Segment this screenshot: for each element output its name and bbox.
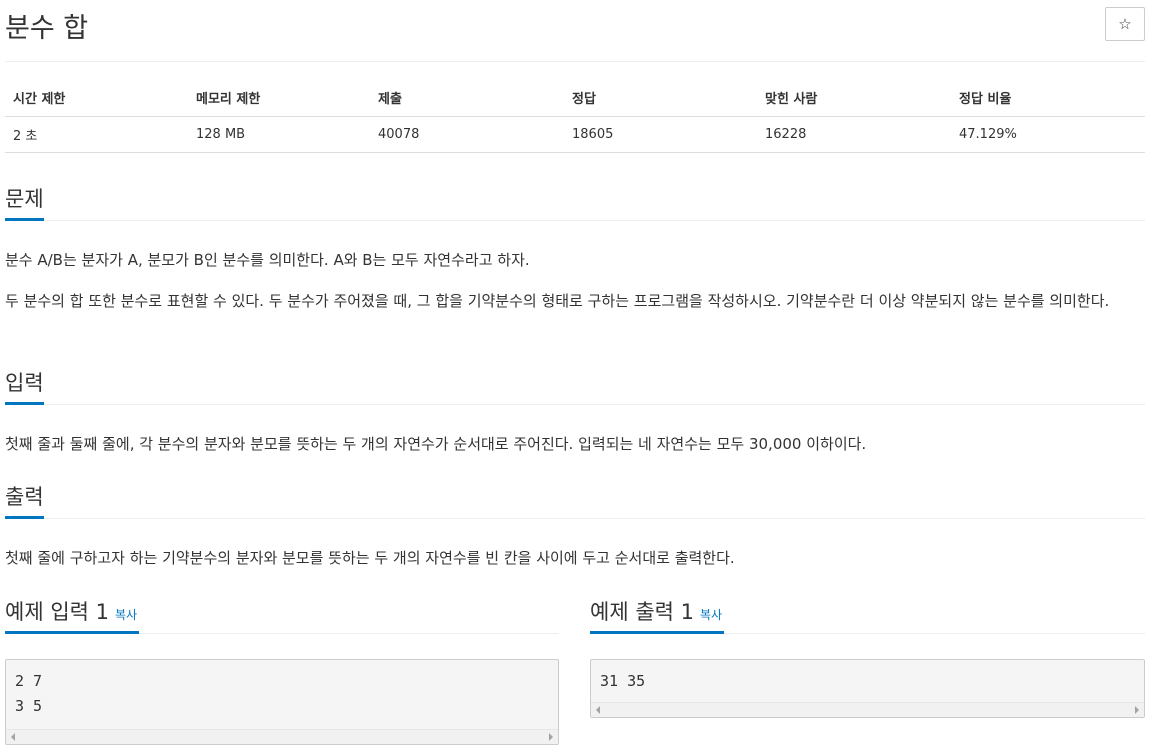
description-paragraph-1: 분수 A/B는 분자가 A, 분모가 B인 분수를 의미한다. A와 B는 모두… <box>5 251 530 269</box>
problem-header: 분수 합 ☆ <box>5 0 1145 62</box>
sample-input-header: 예제 입력 1 복사 <box>5 596 559 634</box>
output-heading: 출력 <box>5 481 44 519</box>
value-accepted[interactable]: 18605 <box>564 116 757 153</box>
header-time-limit: 시간 제한 <box>5 80 188 117</box>
info-value-row: 2 초 128 MB 40078 18605 16228 47.129% <box>5 116 1145 153</box>
sample-input-line: 2 7 <box>15 672 43 690</box>
output-section-header: 출력 <box>5 481 1145 519</box>
sample-input-title: 예제 입력 1 <box>5 600 109 624</box>
value-submissions[interactable]: 40078 <box>370 116 564 153</box>
value-memory-limit: 128 MB <box>188 116 370 153</box>
info-header-row: 시간 제한 메모리 제한 제출 정답 맞힌 사람 정답 비율 <box>5 80 1145 117</box>
sample-output-copy-link[interactable]: 복사 <box>700 608 722 622</box>
sample-input-heading: 예제 입력 1 복사 <box>5 596 140 634</box>
problem-info-table: 시간 제한 메모리 제한 제출 정답 맞힌 사람 정답 비율 2 초 128 M… <box>5 80 1145 153</box>
input-heading: 입력 <box>5 367 44 405</box>
value-solved-users[interactable]: 16228 <box>757 116 951 153</box>
star-icon: ☆ <box>1118 15 1132 33</box>
sample-output-heading: 예제 출력 1 복사 <box>590 596 725 634</box>
sample-input-box[interactable]: 2 73 5 <box>5 659 559 745</box>
scroll-left-icon[interactable] <box>596 706 600 714</box>
value-accept-ratio: 47.129% <box>951 116 1145 153</box>
description-paragraph-2: 두 분수의 합 또한 분수로 표현할 수 있다. 두 분수가 주어졌을 때, 그… <box>5 292 1110 310</box>
description-heading: 문제 <box>5 183 44 221</box>
sample-input-line: 3 5 <box>15 697 43 715</box>
sample-input-scrollbar[interactable] <box>6 729 558 744</box>
header-submissions: 제출 <box>370 80 564 117</box>
value-time-limit: 2 초 <box>5 116 188 153</box>
star-button[interactable]: ☆ <box>1105 7 1145 41</box>
scroll-right-icon[interactable] <box>1135 706 1139 714</box>
sample-output-box[interactable]: 31 35 <box>590 659 1145 718</box>
header-accepted: 정답 <box>564 80 757 117</box>
header-memory-limit: 메모리 제한 <box>188 80 370 117</box>
scroll-right-icon[interactable] <box>549 733 553 741</box>
sample-output-scrollbar[interactable] <box>591 702 1144 717</box>
output-paragraph: 첫째 줄에 구하고자 하는 기약분수의 분자와 분모를 뜻하는 두 개의 자연수… <box>5 549 735 567</box>
description-section-header: 문제 <box>5 183 1145 221</box>
header-accept-ratio: 정답 비율 <box>951 80 1145 117</box>
input-paragraph: 첫째 줄과 둘째 줄에, 각 분수의 분자와 분모를 뜻하는 두 개의 자연수가… <box>5 435 867 453</box>
page-title: 분수 합 <box>5 13 89 44</box>
scroll-left-icon[interactable] <box>11 733 15 741</box>
sample-output-line: 31 35 <box>600 672 646 690</box>
input-section-header: 입력 <box>5 367 1145 405</box>
header-solved-users: 맞힌 사람 <box>757 80 951 117</box>
sample-output-header: 예제 출력 1 복사 <box>590 596 1145 634</box>
sample-output-title: 예제 출력 1 <box>590 600 694 624</box>
sample-input-copy-link[interactable]: 복사 <box>115 608 137 622</box>
